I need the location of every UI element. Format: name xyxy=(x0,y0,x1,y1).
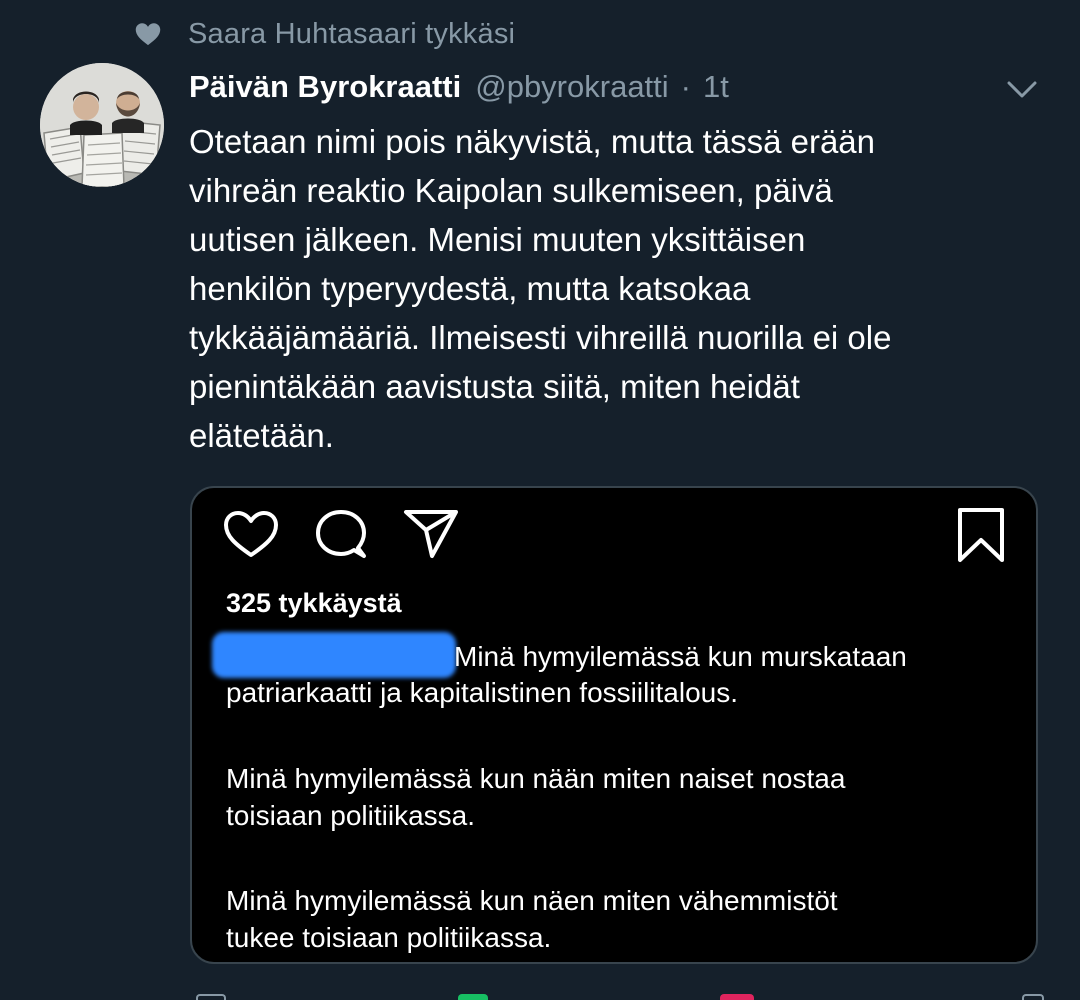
heart-icon xyxy=(224,511,278,557)
bookmark-icon xyxy=(958,508,1004,562)
tweet-action-bar xyxy=(0,990,1080,1000)
avatar[interactable] xyxy=(40,63,164,187)
display-name[interactable]: Päivän Byrokraatti xyxy=(189,69,461,105)
caption-paragraph-3: Minä hymyilemässä kun näen miten vähemmi… xyxy=(226,885,838,953)
caption-first-line: Minä hymyilemässä kun murskataan xyxy=(454,641,907,672)
reply-icon[interactable] xyxy=(196,994,226,1000)
social-context: Saara Huhtasaari tykkäsi xyxy=(134,14,515,54)
tweet-view: Saara Huhtasaari tykkäsi Päivän Byrokraa… xyxy=(0,0,1080,1000)
comment-icon xyxy=(316,510,366,558)
avatar-image xyxy=(40,63,164,187)
share-icon xyxy=(404,510,458,558)
like-icon[interactable] xyxy=(720,994,754,1000)
heart-icon xyxy=(135,23,161,46)
chevron-down-icon[interactable] xyxy=(1004,74,1040,104)
share-tweet-icon[interactable] xyxy=(1022,994,1044,1000)
tweet-header: Päivän Byrokraatti @pbyrokraatti · 1t xyxy=(189,64,729,110)
separator-dot: · xyxy=(680,69,691,104)
timestamp[interactable]: 1t xyxy=(703,69,729,105)
retweet-icon[interactable] xyxy=(458,994,488,1000)
tweet-text: Otetaan nimi pois näkyvistä, mutta tässä… xyxy=(189,123,892,454)
like-count: 325 tykkäystä xyxy=(226,588,402,618)
social-context-label: Saara Huhtasaari tykkäsi xyxy=(188,17,516,50)
redaction-mark xyxy=(212,632,456,678)
user-handle[interactable]: @pbyrokraatti xyxy=(475,69,668,105)
caption-paragraph-2: Minä hymyilemässä kun nään miten naiset … xyxy=(226,763,846,831)
media-image[interactable]: 325 tykkäystä Minä hymyilemässä kun murs… xyxy=(190,486,1038,964)
caption-second-line: patriarkaatti ja kapitalistinen fossiili… xyxy=(226,677,739,708)
